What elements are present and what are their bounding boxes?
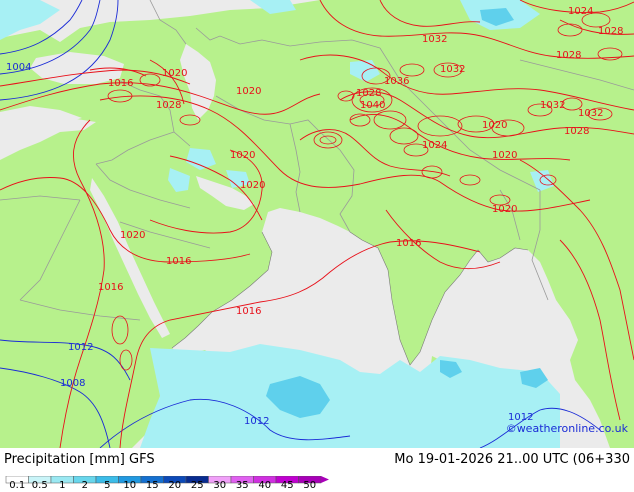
isobar-label: 1016	[98, 282, 123, 293]
valid-time: Mo 19-01-2026 21..00 UTC (06+330	[394, 452, 630, 467]
product-name: Precipitation [mm]	[4, 452, 125, 467]
isobar-label: 1020	[240, 180, 265, 191]
map-footer: ©weatheronline.co.uk Precipitation [mm] …	[0, 422, 634, 492]
color-scale-labels: 0.1 0.5 1 2 5 10 15 20 25 30 35 40 45 50	[0, 480, 330, 492]
isobar-label: 1012	[244, 416, 269, 427]
isobar-label: 1020	[162, 68, 187, 79]
color-scale-tick: 45	[280, 480, 294, 491]
isobar-label: 1024	[568, 6, 593, 17]
isobar-label: 1028	[598, 26, 623, 37]
isobar-label: 1020	[492, 204, 517, 215]
color-scale-tick: 0.5	[31, 480, 48, 491]
isobar-label: 1032	[422, 34, 447, 45]
isobar-label: 1032	[440, 64, 465, 75]
color-scale-tick: 15	[145, 480, 159, 491]
isobar-label: 1020	[230, 150, 255, 161]
isobar-label: 1008	[60, 378, 85, 389]
model-name: GFS	[129, 452, 155, 467]
color-scale-tick: 40	[258, 480, 272, 491]
isobar-label: 1020	[236, 86, 261, 97]
isobar-label: 1028	[564, 126, 589, 137]
isobar-label: 1036	[384, 76, 409, 87]
isobar-label: 1012	[68, 342, 93, 353]
color-scale-tick: 2	[81, 480, 88, 491]
isobar-label: 1016	[108, 78, 133, 89]
isobar-label: 1028	[156, 100, 181, 111]
isobar-label: 1020	[482, 120, 507, 131]
color-scale-tick: 0.1	[9, 480, 26, 491]
isobar-label: 1016	[236, 306, 261, 317]
isobar-label: 1024	[422, 140, 447, 151]
isobar-label: 1016	[396, 238, 421, 249]
isobar-label: 1032	[540, 100, 565, 111]
color-scale-tick: 30	[213, 480, 227, 491]
isobar-label: 1040	[360, 100, 385, 111]
color-scale-tick: 10	[123, 480, 137, 491]
color-scale-tick: 20	[168, 480, 182, 491]
isobar-label: 1020	[492, 150, 517, 161]
color-scale-tick: 25	[190, 480, 204, 491]
map-canvas: 1024 1032 1028 1032 1028 1032 1032 1028 …	[0, 0, 634, 448]
color-scale-tick: 35	[235, 480, 249, 491]
credit-link[interactable]: ©weatheronline.co.uk	[506, 422, 628, 435]
isobar-label: 1028	[556, 50, 581, 61]
isobar-label: 1020	[120, 230, 145, 241]
isobar-label: 1016	[166, 256, 191, 267]
color-scale-tick: 50	[303, 480, 317, 491]
isobar-label: 1032	[578, 108, 603, 119]
isobar-label: 1004	[6, 62, 31, 73]
weather-map: 1024 1032 1028 1032 1028 1032 1032 1028 …	[0, 0, 634, 448]
color-scale-tick: 5	[104, 480, 111, 491]
isobar-label: 1028	[356, 88, 381, 99]
color-scale-tick: 1	[59, 480, 66, 491]
map-title: Precipitation [mm] GFS	[4, 452, 155, 467]
